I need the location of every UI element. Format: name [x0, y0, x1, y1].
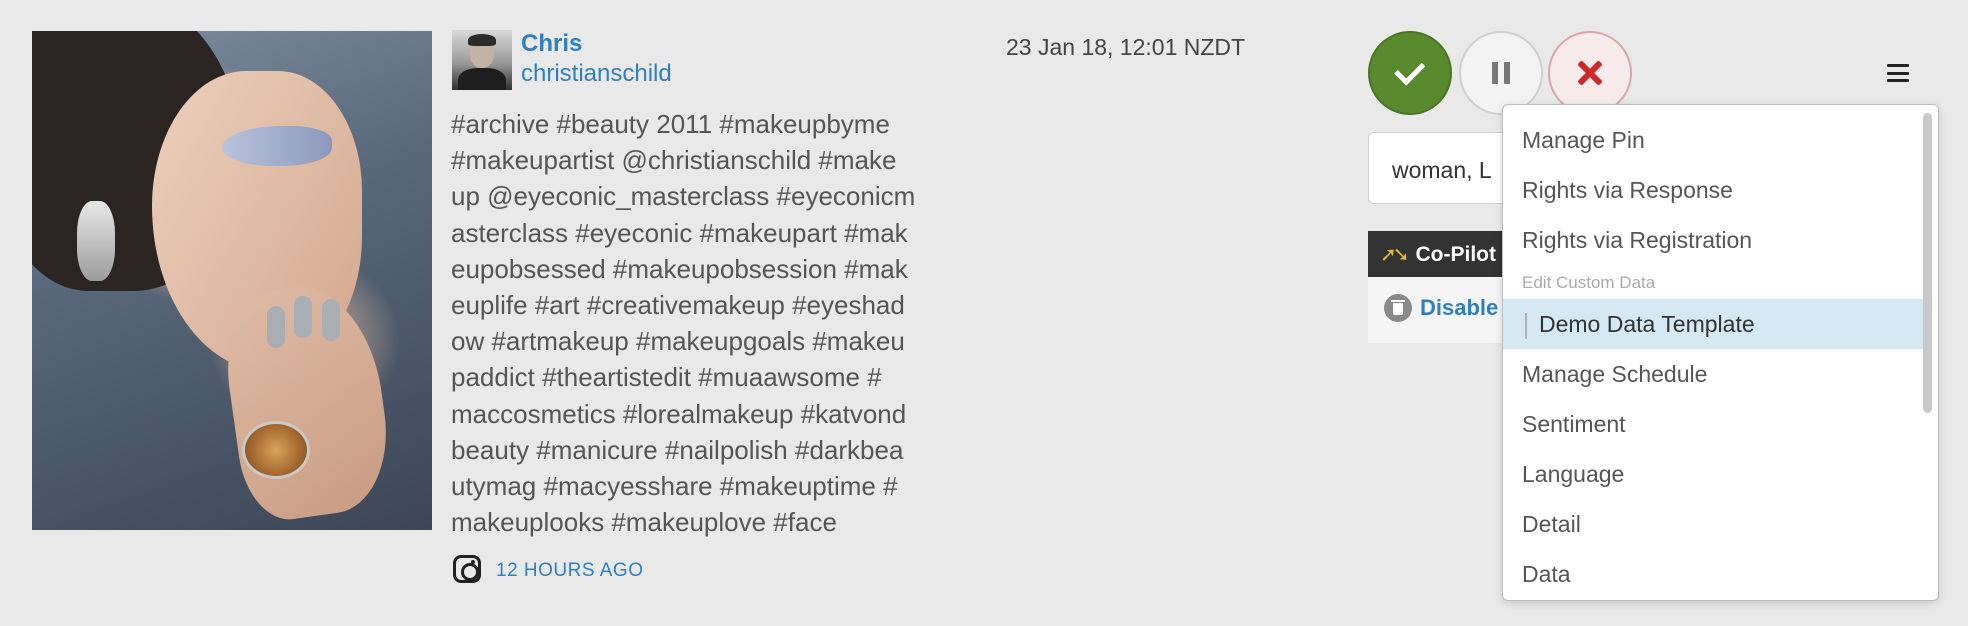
image-nail — [322, 299, 340, 341]
caption-line: paddict #theartistedit #muaawsome # — [451, 362, 882, 393]
user-handle[interactable]: christianschild — [521, 60, 672, 88]
instagram-icon[interactable] — [453, 555, 481, 583]
avatar-body — [458, 68, 506, 90]
indent-bar — [1525, 312, 1527, 339]
disable-link[interactable]: Disable — [1420, 295, 1498, 320]
trash-icon — [1384, 294, 1412, 322]
actions-dropdown-menu[interactable]: Manage Pin Rights via Response Rights vi… — [1502, 104, 1939, 601]
image-nail — [267, 306, 285, 348]
pause-button[interactable] — [1459, 31, 1543, 115]
pause-icon — [1492, 62, 1510, 84]
image-eyeshadow — [222, 126, 332, 166]
avatar-hair — [468, 34, 496, 46]
caption-line: asterclass #eyeconic #makeupart #mak — [451, 217, 908, 248]
image-nail — [294, 296, 312, 338]
approve-button[interactable] — [1368, 31, 1452, 115]
caption-line: ow #artmakeup #makeupgoals #makeu — [451, 326, 905, 357]
user-name[interactable]: Chris — [521, 30, 582, 58]
dropdown-scrollbar[interactable] — [1923, 113, 1932, 413]
menu-item-manage-pin[interactable]: Manage Pin — [1503, 115, 1923, 165]
menu-item-rights-via-response[interactable]: Rights via Response — [1503, 165, 1923, 215]
caption-line: utymag #macyesshare #makeuptime # — [451, 471, 898, 502]
caption-line: #makeupartist @christianschild #make — [451, 145, 897, 176]
image-earring — [77, 201, 115, 281]
post-time-ago[interactable]: 12 HOURS AGO — [496, 560, 644, 582]
x-icon — [1577, 60, 1603, 86]
menu-item-rights-via-registration[interactable]: Rights via Registration — [1503, 215, 1923, 265]
hamburger-menu-icon[interactable] — [1887, 64, 1909, 82]
post-image[interactable] — [32, 31, 432, 530]
copilot-label: Co-Pilot — [1415, 243, 1496, 266]
menu-item-label: Demo Data Template — [1539, 311, 1755, 337]
caption-line: beauty #manicure #nailpolish #darkbea — [451, 434, 904, 465]
menu-item-detail[interactable]: Detail — [1503, 499, 1923, 549]
caption-line: #archive #beauty 2011 #makeupbyme — [451, 109, 890, 139]
menu-item-data[interactable]: Data — [1503, 549, 1923, 599]
menu-item-language[interactable]: Language — [1503, 449, 1923, 499]
caption-line: maccosmetics #lorealmakeup #katvond — [451, 398, 907, 429]
reject-button[interactable] — [1548, 31, 1632, 115]
menu-item-sentiment[interactable]: Sentiment — [1503, 399, 1923, 449]
check-icon — [1393, 53, 1425, 86]
image-ring — [242, 421, 310, 479]
avatar[interactable] — [452, 30, 512, 90]
menu-section-header: Edit Custom Data — [1522, 273, 1656, 292]
caption-line: up @eyeconic_masterclass #eyeconicm — [451, 181, 916, 212]
menu-item-manage-schedule[interactable]: Manage Schedule — [1503, 349, 1923, 399]
post-caption: #archive #beauty 2011 #makeupbyme #makeu… — [451, 106, 941, 540]
caption-line: makeuplooks #makeuplove #face — [451, 507, 837, 538]
post-timestamp: 23 Jan 18, 12:01 NZDT — [1006, 34, 1246, 60]
copilot-icon: ➚➘ — [1380, 244, 1409, 266]
menu-item-demo-data-template[interactable]: Demo Data Template — [1503, 299, 1923, 349]
caption-line: eupobsessed #makeupobsession #mak — [451, 253, 908, 284]
caption-line: euplife #art #creativemakeup #eyeshad — [451, 290, 905, 321]
